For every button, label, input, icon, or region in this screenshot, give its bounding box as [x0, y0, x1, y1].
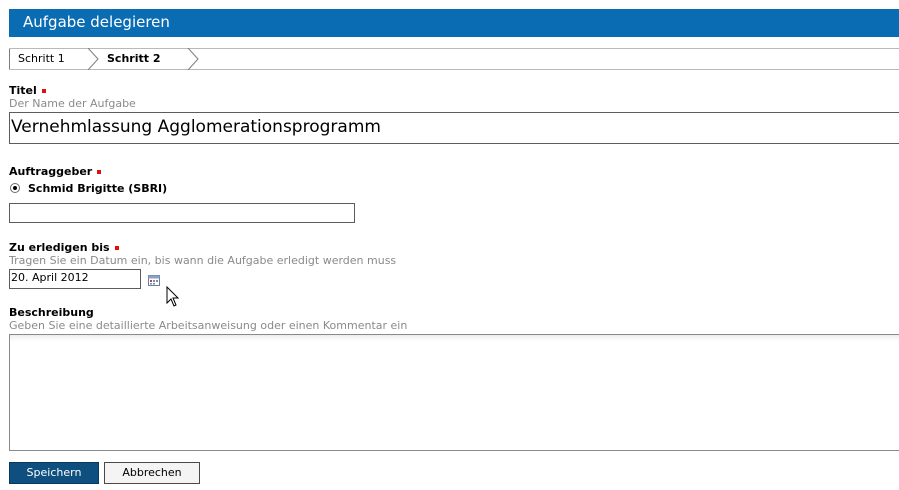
due-date-input[interactable]: 20. April 2012: [9, 269, 141, 289]
radio-selected-dot: [13, 186, 17, 190]
title-input[interactable]: Vernehmlassung Agglomerationsprogramm: [9, 112, 899, 144]
due-label: Zu erledigen bis: [9, 241, 119, 254]
due-hint: Tragen Sie ein Datum ein, bis wann die A…: [9, 254, 397, 267]
description-textarea[interactable]: [9, 334, 899, 451]
mouse-pointer-icon: [166, 286, 180, 307]
breadcrumb-edge: [9, 49, 10, 69]
chevron-right-icon: [187, 48, 199, 70]
required-marker: [41, 89, 46, 93]
step-1[interactable]: Schritt 1: [18, 49, 98, 69]
chevron-right-icon: [87, 48, 99, 70]
step-breadcrumb: Schritt 1 Schritt 2: [9, 48, 899, 70]
title-label-text: Titel: [9, 84, 37, 97]
required-marker: [114, 246, 119, 250]
client-radio-label: Schmid Brigitte (SBRI): [28, 182, 168, 195]
client-search-input[interactable]: [9, 203, 355, 223]
cancel-button[interactable]: Abbrechen: [104, 462, 200, 484]
client-label-text: Auftraggeber: [9, 165, 93, 178]
step-2: Schritt 2: [107, 52, 161, 65]
calendar-icon[interactable]: [148, 274, 160, 286]
description-hint: Geben Sie eine detaillierte Arbeitsanwei…: [9, 319, 408, 332]
client-label: Auftraggeber: [9, 165, 102, 178]
radio-button[interactable]: [10, 183, 20, 193]
required-marker: [97, 170, 102, 174]
description-label: Beschreibung: [9, 306, 94, 319]
save-button[interactable]: Speichern: [9, 462, 99, 484]
title-label: Titel: [9, 84, 46, 97]
dialog-header: Aufgabe delegieren: [9, 9, 899, 37]
title-hint: Der Name der Aufgabe: [9, 97, 136, 110]
due-label-text: Zu erledigen bis: [9, 241, 110, 254]
dialog-title: Aufgabe delegieren: [23, 13, 170, 31]
